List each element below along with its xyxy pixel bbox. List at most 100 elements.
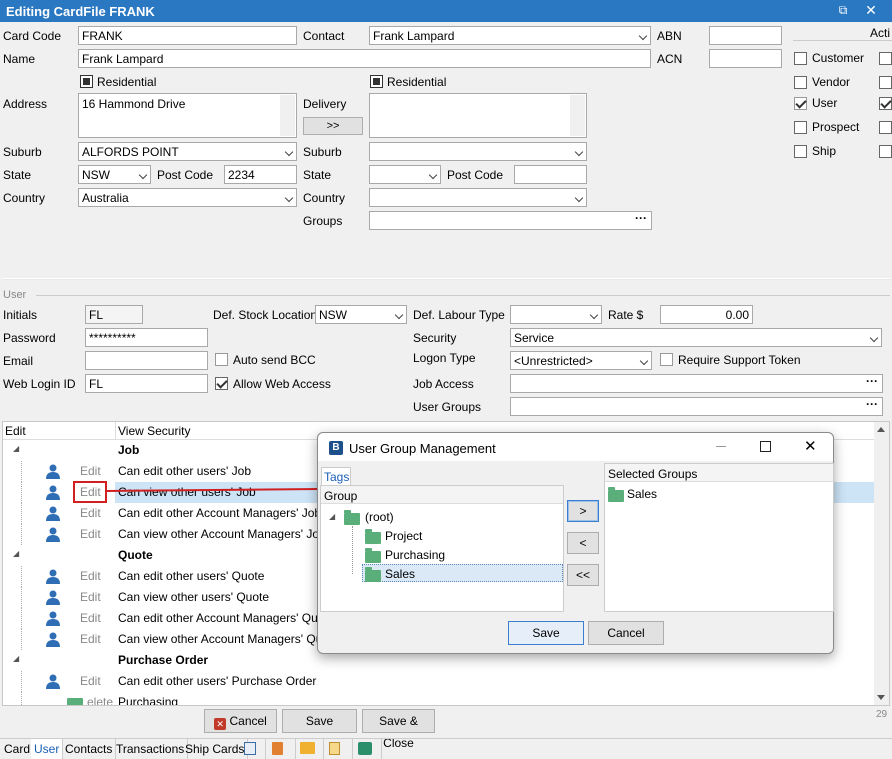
table-row[interactable]: Edit Can edit other users' Purchase Order	[3, 671, 875, 692]
edit-link[interactable]: elete	[87, 695, 113, 705]
tab-contacts[interactable]: Contacts	[62, 739, 117, 759]
permission-label[interactable]: Can edit other Account Managers' Quote	[118, 611, 334, 625]
tree-sales[interactable]: Sales	[385, 567, 415, 581]
vendor-active-checkbox[interactable]	[879, 76, 892, 89]
tab-clipboard[interactable]	[269, 739, 296, 759]
tab-folders[interactable]	[297, 739, 324, 759]
edit-link[interactable]: Edit	[80, 674, 101, 688]
allow-web-checkbox[interactable]	[215, 377, 228, 390]
security-dropdown[interactable]: Service	[510, 328, 882, 347]
scroll-down-icon[interactable]	[877, 695, 885, 700]
collapse-icon[interactable]: ◢	[13, 444, 19, 453]
web-login-input[interactable]: FL	[85, 374, 208, 393]
job-access-input[interactable]: ···	[510, 374, 883, 393]
postcode-input[interactable]: 2234	[224, 165, 297, 184]
name-input[interactable]: Frank Lampard	[78, 49, 651, 68]
auto-bcc-checkbox[interactable]	[215, 353, 228, 366]
address-scrollbar[interactable]	[280, 95, 295, 136]
permission-label[interactable]: Can view other Account Managers' Quote	[118, 632, 339, 646]
maximize-icon[interactable]	[760, 441, 771, 452]
tree-project[interactable]: Project	[385, 529, 422, 543]
scroll-up-icon[interactable]	[877, 427, 885, 432]
contact-dropdown[interactable]: Frank Lampard	[369, 26, 651, 45]
state-dropdown[interactable]: NSW	[78, 165, 151, 184]
tab-ship-cards[interactable]: Ship Cards	[182, 739, 249, 759]
permission-label[interactable]: Can edit other users' Purchase Order	[118, 674, 316, 688]
tab-card[interactable]: Card	[1, 739, 35, 759]
country-dropdown[interactable]: Australia	[78, 188, 297, 207]
close-icon[interactable]: ✕	[862, 2, 880, 19]
ship-checkbox[interactable]	[794, 145, 807, 158]
password-input[interactable]: **********	[85, 328, 208, 347]
postcode2-input[interactable]	[514, 165, 587, 184]
prospect-active-checkbox[interactable]	[879, 121, 892, 134]
customer-active-checkbox[interactable]	[879, 52, 892, 65]
rate-input[interactable]: 0.00	[660, 305, 753, 324]
ellipsis-icon[interactable]: ···	[866, 398, 878, 411]
address-textarea[interactable]: 16 Hammond Drive	[78, 93, 297, 138]
copy-address-button[interactable]: >>	[303, 117, 363, 135]
logon-type-dropdown[interactable]: <Unrestricted>	[510, 351, 652, 370]
abn-input[interactable]	[709, 26, 782, 45]
def-stock-dropdown[interactable]: NSW	[315, 305, 407, 324]
edit-link[interactable]: Edit	[80, 527, 101, 541]
remove-group-button[interactable]: <	[567, 532, 599, 554]
edit-link[interactable]: Edit	[80, 506, 101, 520]
groups-input[interactable]: ···	[369, 211, 652, 230]
minimize-icon[interactable]	[716, 446, 726, 447]
ellipsis-icon[interactable]: ···	[866, 375, 878, 388]
delivery-scrollbar[interactable]	[570, 95, 585, 136]
email-input[interactable]	[85, 351, 208, 370]
tab-notes[interactable]	[326, 739, 353, 759]
col-view-header[interactable]: View Security	[118, 424, 190, 438]
add-group-button[interactable]: >	[567, 500, 599, 522]
country2-dropdown[interactable]	[369, 188, 587, 207]
residential2-checkbox[interactable]	[370, 75, 383, 88]
edit-link[interactable]: Edit	[80, 590, 101, 604]
edit-link[interactable]: Edit	[80, 611, 101, 625]
permission-label[interactable]: Can view other Account Managers' Job	[118, 527, 326, 541]
tab-gift[interactable]	[355, 739, 382, 759]
save-button[interactable]: Save	[282, 709, 357, 733]
collapse-icon[interactable]: ◢	[329, 512, 335, 521]
remove-all-button[interactable]: <<	[567, 564, 599, 586]
table-row[interactable]: elete Purchasing	[3, 692, 875, 705]
initials-input[interactable]: FL	[85, 305, 143, 324]
residential-checkbox[interactable]	[80, 75, 93, 88]
cancel-button[interactable]: ✕ Cancel	[204, 709, 277, 733]
tab-document[interactable]	[241, 739, 266, 759]
require-token-checkbox[interactable]	[660, 353, 673, 366]
suburb2-dropdown[interactable]	[369, 142, 587, 161]
permission-label[interactable]: Can view other users' Quote	[118, 590, 269, 604]
permission-label[interactable]: Purchasing	[118, 695, 178, 705]
selected-group-sales[interactable]: Sales	[627, 487, 657, 501]
tab-tags[interactable]: Tags	[321, 467, 351, 486]
customer-checkbox[interactable]	[794, 52, 807, 65]
restore-icon[interactable]: ⧉	[834, 3, 852, 18]
prospect-checkbox[interactable]	[794, 121, 807, 134]
ship-active-checkbox[interactable]	[879, 145, 892, 158]
user-groups-input[interactable]: ···	[510, 397, 883, 416]
permission-label[interactable]: Can edit other users' Quote	[118, 569, 264, 583]
acn-input[interactable]	[709, 49, 782, 68]
tab-user[interactable]: User	[31, 739, 64, 759]
save-close-button[interactable]: Save & Close	[362, 709, 435, 750]
dialog-cancel-button[interactable]: Cancel	[588, 621, 664, 645]
suburb-dropdown[interactable]: ALFORDS POINT	[78, 142, 297, 161]
def-labour-dropdown[interactable]	[510, 305, 602, 324]
edit-link[interactable]: Edit	[80, 464, 101, 478]
delivery-textarea[interactable]	[369, 93, 587, 138]
state2-dropdown[interactable]	[369, 165, 441, 184]
grid-scrollbar[interactable]	[874, 422, 889, 705]
permission-label[interactable]: Can edit other Account Managers' Job	[118, 506, 321, 520]
dialog-close-icon[interactable]: ✕	[804, 437, 817, 455]
user-checkbox[interactable]	[794, 97, 807, 110]
edit-link[interactable]: Edit	[80, 632, 101, 646]
col-edit-header[interactable]: Edit	[5, 424, 26, 438]
ellipsis-icon[interactable]: ···	[635, 212, 647, 225]
collapse-icon[interactable]: ◢	[13, 549, 19, 558]
tree-root[interactable]: (root)	[365, 510, 394, 524]
vendor-checkbox[interactable]	[794, 76, 807, 89]
edit-link[interactable]: Edit	[80, 569, 101, 583]
permission-label[interactable]: Can edit other users' Job	[118, 464, 251, 478]
